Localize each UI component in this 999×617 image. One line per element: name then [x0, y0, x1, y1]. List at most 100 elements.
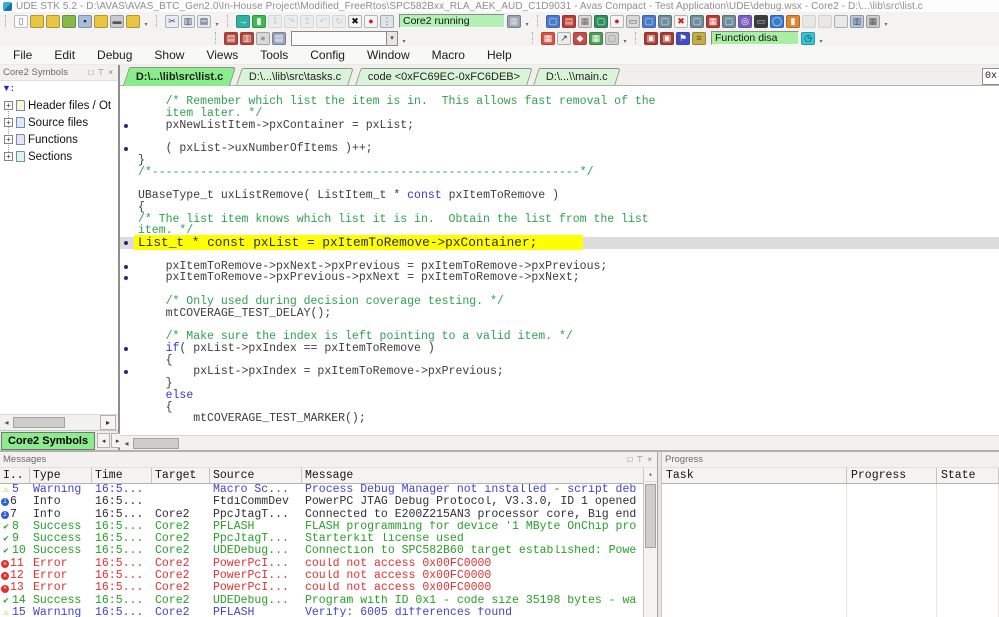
menu-show[interactable]: Show	[143, 48, 195, 62]
window-b-icon[interactable]	[818, 14, 832, 28]
step-over-icon[interactable]: ↷	[284, 14, 298, 28]
column-header-state[interactable]: State	[937, 468, 999, 483]
combo-text-area[interactable]	[291, 30, 386, 46]
scroll-thumb[interactable]	[645, 484, 656, 548]
open-workspace-icon[interactable]	[94, 14, 108, 28]
menu-file[interactable]: File	[2, 48, 43, 62]
symbols-bottom-tab[interactable]: Core2 Symbols	[1, 431, 96, 450]
scroll-up-icon[interactable]: ▴	[644, 468, 657, 482]
step-out-icon[interactable]: ↥	[300, 14, 314, 28]
scroll-right-icon[interactable]: ▸	[100, 415, 116, 430]
export-folder-icon[interactable]	[126, 14, 140, 28]
run-to-cursor-icon[interactable]: ▮	[252, 14, 266, 28]
pin-icon[interactable]: ⊤	[634, 455, 645, 464]
tree-item-functions[interactable]: + Functions	[0, 131, 118, 148]
menu-window[interactable]: Window	[356, 48, 421, 62]
tree-item-sections[interactable]: + Sections	[0, 148, 118, 165]
filter-icon[interactable]: ▼:	[2, 83, 14, 93]
laptop-icon[interactable]: ▭	[754, 14, 768, 28]
search-view-icon[interactable]: ◎	[738, 14, 752, 28]
watch-expression-combo[interactable]: ▾	[291, 30, 398, 46]
breakpoint-dot-icon[interactable]	[124, 370, 128, 375]
editor-tab-0[interactable]: D:\...\lib\src\list.c	[122, 67, 237, 86]
save-icon[interactable]: ▪	[78, 14, 92, 28]
close-icon[interactable]: ×	[106, 68, 115, 77]
scroll-thumb[interactable]	[13, 417, 65, 428]
scroll-left-icon[interactable]: ◂	[0, 416, 13, 429]
message-box-icon[interactable]: ▭	[626, 14, 640, 28]
column-header-message[interactable]: Message	[302, 468, 644, 483]
step-into-icon[interactable]: ↧	[268, 14, 282, 28]
float-window-icon[interactable]: □	[626, 455, 635, 464]
window-a-icon[interactable]	[802, 14, 816, 28]
panel-tab-prev-icon[interactable]: ◂	[97, 433, 111, 448]
target-chip-icon[interactable]: ▦	[507, 14, 521, 28]
message-row[interactable]: ✔ 9 Success 16:5... Core2 PpcJtagT... Starterk…	[0, 533, 644, 545]
core-status-field[interactable]: Core2 running	[399, 14, 505, 28]
breakpoint-toggle-icon[interactable]: ●	[364, 14, 378, 28]
record-dot-icon[interactable]: ●	[610, 14, 624, 28]
macro-record-icon[interactable]: ▦	[589, 31, 603, 45]
toolbar-grip[interactable]	[532, 32, 536, 44]
watch-window-icon[interactable]: ▤	[224, 31, 238, 45]
pin-icon[interactable]: ⊤	[95, 68, 106, 77]
editor-tab-2[interactable]: code <0xFC69EC-0xFC6DEB>	[354, 68, 533, 85]
memory-grid-icon[interactable]: ▦	[706, 14, 720, 28]
toolbar-grip[interactable]	[635, 32, 639, 44]
symbols-hscrollbar[interactable]: ◂ ▸	[0, 414, 118, 430]
menu-debug[interactable]: Debug	[86, 48, 143, 62]
message-row[interactable]: ✔ 10 Success 16:5... Core2 UDEDebug... Connect…	[0, 545, 644, 557]
run-continue-icon[interactable]: →	[236, 14, 250, 28]
column-header-i[interactable]: I..	[0, 468, 30, 483]
toolbar-overflow-button[interactable]: ▾	[621, 32, 629, 45]
monitor-sync-icon[interactable]: ▢	[658, 14, 672, 28]
message-row[interactable]: i 6 Info 16:5... FtdiCommDev PowerPC JTAG Deb…	[0, 496, 644, 508]
web-globe-icon[interactable]: ◯	[770, 14, 784, 28]
message-row[interactable]: ✕ 13 Error 16:5... Core2 PowerPcI... could not…	[0, 582, 644, 594]
menu-edit[interactable]: Edit	[43, 48, 86, 62]
column-header-time[interactable]: Time	[92, 468, 152, 483]
disconnect-icon[interactable]: ✖	[674, 14, 688, 28]
open-folder-icon[interactable]	[30, 14, 44, 28]
step-count-icon[interactable]: ⋮	[380, 14, 394, 28]
toolbar-grip[interactable]	[227, 15, 231, 27]
tree-item-source-files[interactable]: + Source files	[0, 114, 118, 131]
toolbar-overflow-button[interactable]: ▾	[142, 15, 150, 28]
tree-item-header-files-ot[interactable]: + Header files / Ot	[0, 97, 118, 114]
macro-disabled-icon[interactable]: ▢	[605, 31, 619, 45]
toolbar-overflow-button[interactable]: ▾	[817, 32, 825, 45]
list-view-icon[interactable]: ≡	[692, 31, 706, 45]
toolbar-overflow-button[interactable]: ▾	[400, 32, 408, 45]
function-status-field[interactable]: Function disa	[711, 31, 799, 45]
expand-plus-icon[interactable]: +	[4, 135, 13, 144]
paste-icon[interactable]: ▤	[197, 14, 211, 28]
import-folder-icon[interactable]	[46, 14, 60, 28]
column-header-source[interactable]: Source	[210, 468, 302, 483]
menu-macro[interactable]: Macro	[421, 48, 476, 62]
step-return-icon[interactable]: ↶	[316, 14, 330, 28]
menu-config[interactable]: Config	[299, 48, 356, 62]
scroll-left-icon[interactable]: ◂	[120, 437, 133, 450]
breakpoint-dot-icon[interactable]	[124, 241, 128, 245]
message-row[interactable]: ⚠ 5 Warning 16:5... Macro Sc... Process Debug…	[0, 484, 644, 496]
breakpoint-dot-icon[interactable]	[124, 264, 128, 269]
close-icon[interactable]: ×	[645, 455, 654, 464]
stop-debug-icon[interactable]: ✖	[348, 14, 362, 28]
code-editor[interactable]: /* Remember which list the item is in. T…	[120, 86, 999, 435]
toolbar-overflow-button[interactable]: ▾	[882, 15, 890, 28]
scroll-thumb[interactable]	[133, 437, 179, 449]
message-row[interactable]: ✔ 14 Success 16:5... Core2 UDEDebug... Program…	[0, 595, 644, 607]
find-in-files-icon[interactable]: ▣	[644, 31, 658, 45]
menu-views[interactable]: Views	[195, 48, 249, 62]
toolbar-grip[interactable]	[156, 15, 160, 27]
copy-icon[interactable]: ▥	[181, 14, 195, 28]
dropdown-arrow-icon[interactable]: ▾	[386, 30, 398, 46]
window-c-icon[interactable]	[834, 14, 848, 28]
editor-hscrollbar[interactable]: ◂	[120, 435, 999, 450]
breakpoint-dot-icon[interactable]	[124, 123, 128, 128]
print-icon[interactable]: ▬	[110, 14, 124, 28]
expand-plus-icon[interactable]: +	[4, 101, 13, 110]
bookmark-flag-icon[interactable]: ⚑	[676, 31, 690, 45]
editor-tab-3[interactable]: D:\...\\main.c	[533, 68, 621, 85]
debug-config-icon[interactable]: ▢	[546, 14, 560, 28]
